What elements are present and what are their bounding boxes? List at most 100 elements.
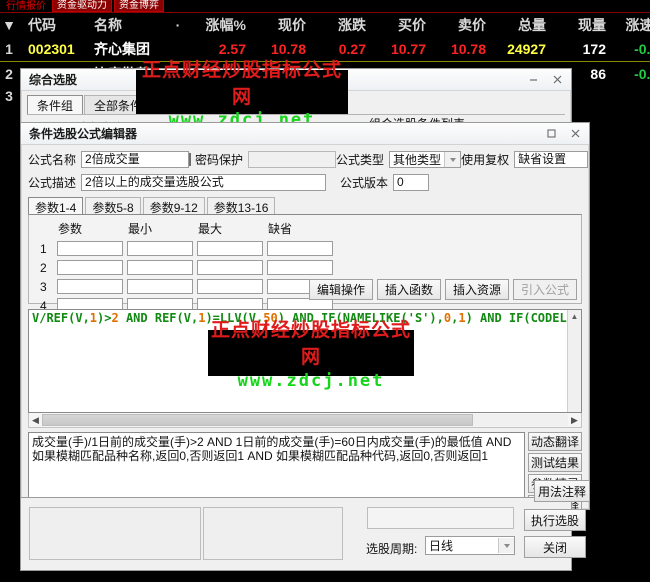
insert-resource-button[interactable]: 插入资源 <box>445 279 509 300</box>
col-bid[interactable]: 买价 <box>370 13 430 37</box>
quote-tabstrip[interactable]: 行情报价 资金驱动力 资金博弈 <box>0 0 650 13</box>
scroll-right-icon[interactable]: ▶ <box>568 414 581 426</box>
code-horizontal-scrollbar[interactable]: ◀ ▶ <box>28 413 582 428</box>
tab-condition-group[interactable]: 条件组 <box>27 95 83 114</box>
watermark-title: 正点财经炒股指标公式网 <box>208 315 414 369</box>
watermark-title: 正点财经炒股指标公式网 <box>136 55 348 109</box>
param-col-max: 最大 <box>196 219 264 238</box>
param-input-1-param[interactable] <box>57 241 123 256</box>
editor-row-2: 公式描述 公式版本 <box>28 174 582 191</box>
editor-titlebar[interactable]: 条件选股公式编辑器 <box>21 123 589 145</box>
period-select[interactable]: 日线 <box>425 536 515 555</box>
row-cur-volume: 172 <box>550 37 610 62</box>
formula-type-value: 其他类型 <box>390 151 444 168</box>
col-dot[interactable]: · <box>170 13 190 37</box>
comp-dialog-title: 综合选股 <box>29 71 77 88</box>
col-code[interactable]: 代码 <box>24 13 94 37</box>
formula-type-select[interactable]: 其他类型 <box>389 151 461 168</box>
bottom-input-field[interactable] <box>367 507 514 529</box>
row-speed: -0.36 <box>610 37 650 62</box>
formula-name-label: 公式名称 <box>28 151 76 168</box>
close-button[interactable]: 关闭 <box>524 536 586 558</box>
watermark-top: 正点财经炒股指标公式网 www.zdcj.net <box>136 70 348 114</box>
minimize-icon[interactable] <box>521 71 545 88</box>
period-value: 日线 <box>426 537 498 554</box>
param-input-3-max[interactable] <box>197 279 263 294</box>
quote-tab-2[interactable]: 资金博弈 <box>114 0 164 12</box>
scroll-track[interactable] <box>42 414 568 426</box>
usage-note-button-floating[interactable]: 用法注释 <box>534 480 590 502</box>
formula-type-label: 公式类型 <box>336 151 384 168</box>
param-input-3-param[interactable] <box>57 279 123 294</box>
param-input-1-default[interactable] <box>267 241 333 256</box>
row-volume: 24927 <box>490 37 550 62</box>
quote-tab-1[interactable]: 资金驱动力 <box>52 0 112 12</box>
param-input-1-max[interactable] <box>197 241 263 256</box>
param-col-default: 缺省 <box>266 219 334 238</box>
row-code: 002301 <box>24 37 94 62</box>
adjust-input[interactable] <box>514 151 588 168</box>
edit-operation-button[interactable]: 编辑操作 <box>309 279 373 300</box>
parameter-tabs[interactable]: 参数1-4 参数5-8 参数9-12 参数13-16 <box>28 197 582 215</box>
formula-desc-input[interactable] <box>81 174 326 191</box>
col-change-pct[interactable]: 涨幅% <box>190 13 250 37</box>
col-volume[interactable]: 总量 <box>490 13 550 37</box>
scroll-up-icon[interactable]: ▲ <box>568 310 581 323</box>
param-input-3-min[interactable] <box>127 279 193 294</box>
password-protect-checkbox[interactable] <box>189 153 191 166</box>
chevron-down-icon[interactable] <box>444 152 460 167</box>
tab-params-9-12[interactable]: 参数9-12 <box>143 197 205 215</box>
password-input[interactable] <box>248 151 336 168</box>
col-name[interactable]: 名称 <box>94 13 170 37</box>
table-row: 1 <box>39 240 334 257</box>
insert-function-button[interactable]: 插入函数 <box>377 279 441 300</box>
import-formula-button[interactable]: 引入公式 <box>513 279 577 300</box>
close-icon[interactable] <box>545 71 569 88</box>
param-input-2-min[interactable] <box>127 260 193 275</box>
col-cur-volume[interactable]: 现量 <box>550 13 610 37</box>
tab-params-5-8[interactable]: 参数5-8 <box>85 197 140 215</box>
watermark-url: www.zdcj.net <box>238 371 385 391</box>
execute-pick-button[interactable]: 执行选股 <box>524 509 586 531</box>
table-row: 3 <box>39 278 334 295</box>
editor-title: 条件选股公式编辑器 <box>29 125 137 142</box>
tab-params-1-4[interactable]: 参数1-4 <box>28 197 83 215</box>
param-col-min: 最小 <box>126 219 194 238</box>
param-col-param: 参数 <box>56 219 124 238</box>
formula-version-input[interactable] <box>393 174 429 191</box>
param-row-num: 1 <box>39 240 54 257</box>
bottom-panel-left[interactable] <box>29 507 201 560</box>
col-sort-icon[interactable]: ▼ <box>0 13 24 37</box>
param-row-num: 3 <box>39 278 54 295</box>
col-speed[interactable]: 涨速% <box>610 13 650 37</box>
parameter-header-row: 参数 最小 最大 缺省 <box>39 219 334 238</box>
adjust-label: 使用复权 <box>461 151 509 168</box>
col-ask[interactable]: 卖价 <box>430 13 490 37</box>
quote-tab-0[interactable]: 行情报价 <box>2 1 50 12</box>
password-protect-label: 密码保护 <box>195 151 243 168</box>
maximize-icon[interactable] <box>539 125 563 142</box>
scroll-thumb[interactable] <box>42 414 473 426</box>
watermark-center: 正点财经炒股指标公式网 www.zdcj.net <box>208 330 414 376</box>
bottom-panel-middle[interactable] <box>203 507 343 560</box>
picker-bottom-bar: 选股周期: 日线 执行选股 关闭 <box>20 497 572 571</box>
dynamic-translate-button[interactable]: 动态翻译 <box>528 432 582 451</box>
formula-name-input[interactable] <box>81 151 189 168</box>
code-vertical-scrollbar[interactable]: ▲ <box>567 310 581 412</box>
param-input-1-min[interactable] <box>127 241 193 256</box>
row-ask: 10.78 <box>430 37 490 62</box>
param-input-2-default[interactable] <box>267 260 333 275</box>
period-label: 选股周期: <box>366 540 417 557</box>
col-change[interactable]: 涨跌 <box>310 13 370 37</box>
formula-version-label: 公式版本 <box>340 174 388 191</box>
param-input-2-param[interactable] <box>57 260 123 275</box>
close-icon[interactable] <box>563 125 587 142</box>
chevron-down-icon[interactable] <box>498 538 514 553</box>
param-row-num: 2 <box>39 259 54 276</box>
tab-params-13-16[interactable]: 参数13-16 <box>207 197 276 215</box>
test-result-button[interactable]: 测试结果 <box>528 453 582 472</box>
editor-action-buttons: 编辑操作 插入函数 插入资源 引入公式 <box>309 279 577 300</box>
param-input-2-max[interactable] <box>197 260 263 275</box>
scroll-left-icon[interactable]: ◀ <box>29 414 42 426</box>
col-price[interactable]: 现价 <box>250 13 310 37</box>
